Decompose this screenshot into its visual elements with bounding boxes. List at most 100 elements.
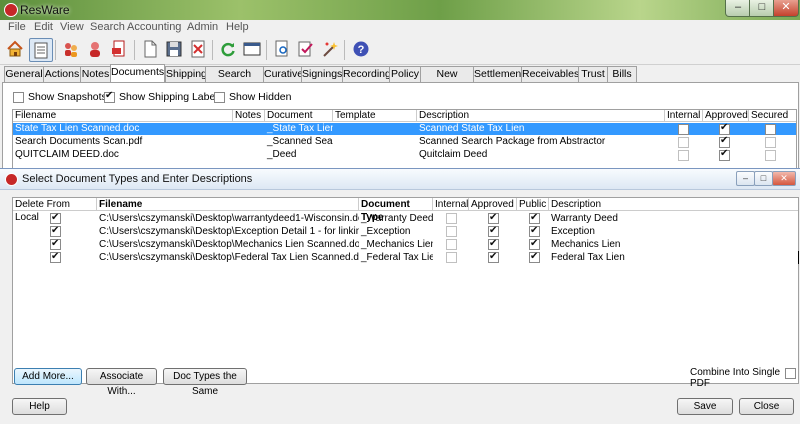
description-input[interactable]: Exception: [549, 225, 798, 238]
column-header-document-type[interactable]: Document Type: [359, 198, 433, 223]
menu-admin[interactable]: Admin: [187, 21, 218, 33]
minimize-button[interactable]: –: [725, 0, 751, 17]
public-checkbox[interactable]: [529, 211, 540, 224]
column-header-document-type[interactable]: Document Type: [265, 110, 333, 133]
tab-receivables[interactable]: Receivables: [521, 66, 579, 82]
tab-actions[interactable]: Actions: [43, 66, 81, 82]
combine-pdf-checkbox[interactable]: [785, 367, 796, 379]
document-type-dropdown[interactable]: _Exception: [359, 225, 433, 238]
column-header-public[interactable]: Public: [517, 198, 549, 211]
close-button[interactable]: ✕: [773, 0, 799, 17]
menu-accounting[interactable]: Accounting: [127, 21, 181, 33]
internal-checkbox[interactable]: [678, 150, 689, 161]
new-document-icon[interactable]: [139, 38, 161, 60]
tab-general[interactable]: General: [4, 66, 44, 82]
column-header-approved[interactable]: Approved: [703, 110, 749, 122]
contact-icon[interactable]: [84, 38, 106, 60]
tab-shipping[interactable]: Shipping: [165, 66, 207, 82]
tab-curative[interactable]: Curative: [263, 66, 303, 82]
column-header-approved[interactable]: Approved: [469, 198, 517, 211]
approved-checkbox[interactable]: [719, 148, 730, 161]
tab-settlement[interactable]: Settlement: [473, 66, 524, 82]
internal-checkbox[interactable]: [446, 226, 457, 237]
table-row[interactable]: State Tax Lien Scanned.doc _State Tax Li…: [13, 122, 796, 135]
save-icon[interactable]: [163, 38, 185, 60]
column-header-description[interactable]: Description: [417, 110, 665, 122]
approved-checkbox[interactable]: [719, 122, 730, 135]
show-shipping-labels-option[interactable]: Show Shipping Labels: [104, 90, 223, 103]
column-header-delete-from-local[interactable]: Delete From Local: [13, 198, 97, 223]
notepad-icon[interactable]: [29, 38, 53, 62]
document-type-dropdown[interactable]: _Warranty Deed: [359, 212, 433, 225]
secured-checkbox[interactable]: [765, 137, 776, 148]
wizard-icon[interactable]: [319, 38, 341, 60]
maximize-button[interactable]: □: [749, 0, 775, 17]
menu-view[interactable]: View: [60, 21, 84, 33]
show-snapshots-checkbox[interactable]: [13, 91, 24, 103]
doc-types-same-button[interactable]: Doc Types the Same: [163, 368, 247, 397]
public-checkbox[interactable]: [529, 237, 540, 250]
show-hidden-checkbox[interactable]: [214, 91, 225, 103]
show-hidden-option[interactable]: Show Hidden: [214, 91, 291, 103]
table-row[interactable]: C:\Users\cszymanski\Desktop\Federal Tax …: [13, 250, 799, 264]
secured-checkbox[interactable]: [765, 124, 776, 135]
internal-checkbox[interactable]: [446, 252, 457, 263]
document-type-dropdown[interactable]: _Mechanics Lien: [359, 238, 433, 251]
add-more-button[interactable]: Add More...: [14, 368, 82, 385]
table-row[interactable]: Search Documents Scan.pdf _Scanned Searc…: [13, 135, 796, 148]
column-header-filename[interactable]: Filename: [97, 198, 359, 211]
tab-documents[interactable]: Documents: [110, 64, 165, 82]
column-header-description[interactable]: Description: [549, 198, 798, 211]
dialog-close-button[interactable]: ✕: [772, 171, 796, 186]
internal-checkbox[interactable]: [678, 137, 689, 148]
delete-from-local-checkbox[interactable]: [50, 237, 61, 250]
tab-signings[interactable]: Signings: [301, 66, 343, 82]
approved-checkbox[interactable]: [719, 135, 730, 148]
approved-checkbox[interactable]: [488, 211, 499, 224]
document-type-dropdown[interactable]: _Federal Tax Lien: [359, 251, 433, 264]
people-icon[interactable]: [60, 38, 82, 60]
column-header-filename[interactable]: Filename: [13, 110, 233, 122]
tab-search-data[interactable]: Search Data: [205, 66, 264, 95]
public-checkbox[interactable]: [529, 224, 540, 237]
tab-bills[interactable]: Bills: [607, 66, 637, 82]
internal-checkbox[interactable]: [446, 239, 457, 250]
delete-from-local-checkbox[interactable]: [50, 224, 61, 237]
help-icon[interactable]: ?: [350, 38, 372, 60]
internal-checkbox[interactable]: [678, 124, 689, 135]
table-row[interactable]: QUITCLAIM DEED.doc _Deed Quitclaim Deed: [13, 148, 796, 161]
menu-edit[interactable]: Edit: [34, 21, 53, 33]
description-input[interactable]: Federal Tax Lien: [549, 251, 799, 264]
public-checkbox[interactable]: [529, 250, 540, 263]
approved-checkbox[interactable]: [488, 250, 499, 263]
window-icon[interactable]: [241, 38, 263, 60]
show-snapshots-option[interactable]: Show Snapshots: [13, 91, 107, 103]
column-header-notes[interactable]: Notes: [233, 110, 265, 122]
tab-notes[interactable]: Notes: [80, 66, 111, 82]
pdf-icon[interactable]: [108, 38, 130, 60]
column-header-secured[interactable]: Secured: [749, 110, 796, 122]
approved-checkbox[interactable]: [488, 237, 499, 250]
delete-from-local-checkbox[interactable]: [50, 211, 61, 224]
menu-search[interactable]: Search: [90, 21, 125, 33]
tab-policy[interactable]: Policy: [389, 66, 421, 82]
menu-help[interactable]: Help: [226, 21, 249, 33]
home-icon[interactable]: [4, 38, 26, 60]
dialog-minimize-button[interactable]: –: [736, 171, 755, 186]
show-shipping-labels-checkbox[interactable]: [104, 90, 115, 103]
table-row[interactable]: C:\Users\cszymanski\Desktop\Exception De…: [13, 224, 798, 238]
tab-recording[interactable]: Recording: [342, 66, 391, 82]
column-header-internal[interactable]: Internal: [433, 198, 469, 211]
secured-checkbox[interactable]: [765, 150, 776, 161]
close-dialog-button[interactable]: Close: [739, 398, 794, 415]
report-icon[interactable]: [295, 38, 317, 60]
delete-icon[interactable]: [187, 38, 209, 60]
menu-file[interactable]: File: [8, 21, 26, 33]
refresh-icon[interactable]: [217, 38, 239, 60]
preview-icon[interactable]: [271, 38, 293, 60]
approved-checkbox[interactable]: [488, 224, 499, 237]
tab-trust[interactable]: Trust: [578, 66, 608, 82]
column-header-template[interactable]: Template: [333, 110, 417, 122]
help-button[interactable]: Help: [12, 398, 67, 415]
save-button[interactable]: Save: [677, 398, 733, 415]
